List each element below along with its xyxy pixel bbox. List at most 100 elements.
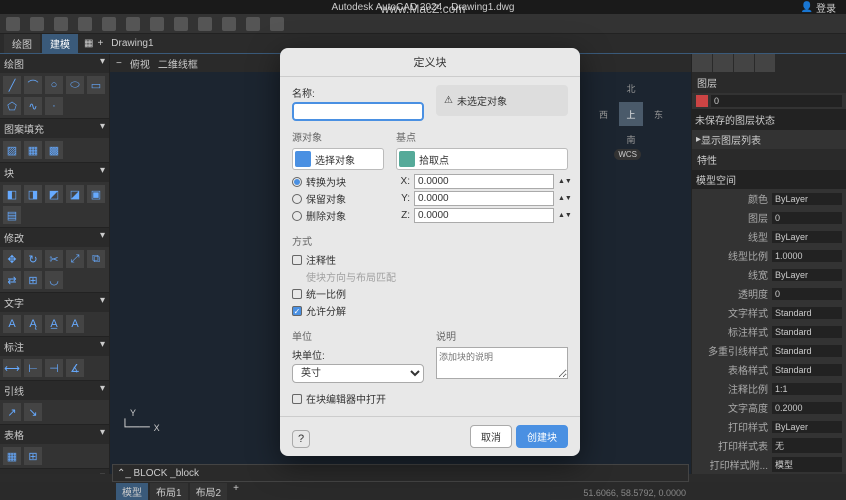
- check-allow-explode[interactable]: 允许分解: [292, 303, 568, 318]
- prop-value[interactable]: 模型: [772, 457, 842, 472]
- compass-east[interactable]: 东: [654, 108, 663, 121]
- command-line[interactable]: ⌃_ BLOCK _block: [112, 464, 689, 482]
- move-icon[interactable]: ✥: [3, 250, 21, 268]
- prop-value[interactable]: 0.2000: [772, 402, 842, 414]
- spinner[interactable]: ▲▼: [558, 195, 568, 202]
- chevron-down-icon[interactable]: ▾: [100, 121, 105, 136]
- circle-icon[interactable]: ○: [45, 76, 63, 94]
- dim-icon[interactable]: ∡: [66, 359, 84, 377]
- check-open-editor[interactable]: 在块编辑器中打开: [292, 391, 568, 406]
- rp-tab[interactable]: [692, 54, 712, 72]
- radio-keep[interactable]: 保留对象: [292, 191, 384, 206]
- scale-icon[interactable]: ⤢: [66, 250, 84, 268]
- hatch-icon[interactable]: ▦: [24, 141, 42, 159]
- view-cube[interactable]: 北 南 东 西 上: [601, 84, 661, 144]
- spinner[interactable]: ▲▼: [558, 178, 568, 185]
- prop-value[interactable]: Standard: [772, 326, 842, 338]
- tool-icon[interactable]: [78, 17, 92, 31]
- tool-icon[interactable]: [174, 17, 188, 31]
- chevron-down-icon[interactable]: ▾: [100, 230, 105, 245]
- tool-icon[interactable]: [54, 17, 68, 31]
- chevron-down-icon[interactable]: ▾: [100, 165, 105, 180]
- block-icon[interactable]: ◩: [45, 185, 63, 203]
- block-icon[interactable]: ◧: [3, 185, 21, 203]
- line-icon[interactable]: ╱: [3, 76, 21, 94]
- radio-delete[interactable]: 删除对象: [292, 208, 384, 223]
- copy-icon[interactable]: ⧉: [87, 250, 105, 268]
- arc-icon[interactable]: ⌒: [24, 76, 42, 94]
- rp-tab[interactable]: [734, 54, 754, 72]
- rotate-icon[interactable]: ↻: [24, 250, 42, 268]
- pick-point-button[interactable]: 拾取点: [396, 148, 568, 170]
- create-block-button[interactable]: 创建块: [516, 425, 568, 448]
- compass-south[interactable]: 南: [626, 133, 635, 146]
- layer-state[interactable]: 未保存的图层状态: [695, 112, 775, 127]
- show-layer-list[interactable]: 显示图层列表: [701, 132, 761, 147]
- chevron-down-icon[interactable]: ▾: [100, 471, 105, 474]
- layer-select[interactable]: 0: [711, 95, 842, 107]
- login-button[interactable]: 👤登录: [801, 0, 836, 15]
- block-name-input[interactable]: [292, 102, 424, 121]
- rect-icon[interactable]: ▭: [87, 76, 105, 94]
- point-icon[interactable]: ·: [45, 97, 63, 115]
- compass-north[interactable]: 北: [626, 82, 635, 95]
- select-objects-button[interactable]: 选择对象: [292, 148, 384, 170]
- dim-icon[interactable]: ⊢: [24, 359, 42, 377]
- radio-convert[interactable]: 转换为块: [292, 174, 384, 189]
- dim-icon[interactable]: ⟷: [3, 359, 21, 377]
- scissors-icon[interactable]: ✂: [45, 250, 63, 268]
- hatch-icon[interactable]: ▨: [3, 141, 21, 159]
- view-wireframe[interactable]: 二维线框: [158, 56, 198, 71]
- prop-value[interactable]: Standard: [772, 364, 842, 376]
- block-icon[interactable]: ◪: [66, 185, 84, 203]
- check-uniform-scale[interactable]: 统一比例: [292, 286, 568, 301]
- prop-value[interactable]: Standard: [772, 345, 842, 357]
- tab-drawing1[interactable]: Drawing1: [103, 36, 161, 51]
- tool-icon[interactable]: [126, 17, 140, 31]
- compass-west[interactable]: 西: [599, 108, 608, 121]
- prop-value[interactable]: 1:1: [772, 383, 842, 395]
- tool-icon[interactable]: [246, 17, 260, 31]
- z-input[interactable]: [414, 208, 554, 223]
- chevron-down-icon[interactable]: ▾: [100, 427, 105, 442]
- table-icon[interactable]: ▦: [3, 447, 21, 465]
- table-icon[interactable]: ⊞: [24, 447, 42, 465]
- x-input[interactable]: [414, 174, 554, 189]
- block-icon[interactable]: ◨: [24, 185, 42, 203]
- chevron-down-icon[interactable]: ▾: [100, 339, 105, 354]
- tool-icon[interactable]: [198, 17, 212, 31]
- chevron-down-icon[interactable]: ▾: [100, 383, 105, 398]
- rp-tab[interactable]: [755, 54, 775, 72]
- view-top[interactable]: 俯视: [130, 56, 150, 71]
- text-icon[interactable]: A: [3, 315, 21, 333]
- y-input[interactable]: [414, 191, 554, 206]
- ellipse-icon[interactable]: ⬭: [66, 76, 84, 94]
- wcs-label[interactable]: WCS: [614, 149, 641, 160]
- space-select[interactable]: 模型空间: [696, 172, 736, 187]
- fillet-icon[interactable]: ◡: [45, 271, 63, 289]
- prop-value[interactable]: 0: [772, 212, 842, 224]
- tab-model[interactable]: 模型: [116, 483, 148, 500]
- tool-icon[interactable]: [270, 17, 284, 31]
- prop-value[interactable]: ByLayer: [772, 421, 842, 433]
- text-icon[interactable]: A: [66, 315, 84, 333]
- spline-icon[interactable]: ∿: [24, 97, 42, 115]
- prop-value[interactable]: ByLayer: [772, 193, 842, 205]
- array-icon[interactable]: ⊞: [24, 271, 42, 289]
- hatch-icon[interactable]: ▩: [45, 141, 63, 159]
- tab-layout1[interactable]: 布局1: [150, 483, 188, 500]
- dim-icon[interactable]: ⊣: [45, 359, 63, 377]
- tool-icon[interactable]: [102, 17, 116, 31]
- tool-icon[interactable]: [30, 17, 44, 31]
- polygon-icon[interactable]: ⬠: [3, 97, 21, 115]
- minus-icon[interactable]: −: [116, 58, 122, 69]
- leader-icon[interactable]: ↗: [3, 403, 21, 421]
- units-select[interactable]: 英寸: [292, 364, 424, 383]
- add-layout-icon[interactable]: +: [229, 483, 243, 500]
- check-annotative[interactable]: 注释性: [292, 252, 568, 267]
- tool-icon[interactable]: [222, 17, 236, 31]
- prop-value[interactable]: ByLayer: [772, 231, 842, 243]
- tab-build[interactable]: 建模: [42, 34, 78, 53]
- rp-tab[interactable]: [713, 54, 733, 72]
- tool-icon[interactable]: [6, 17, 20, 31]
